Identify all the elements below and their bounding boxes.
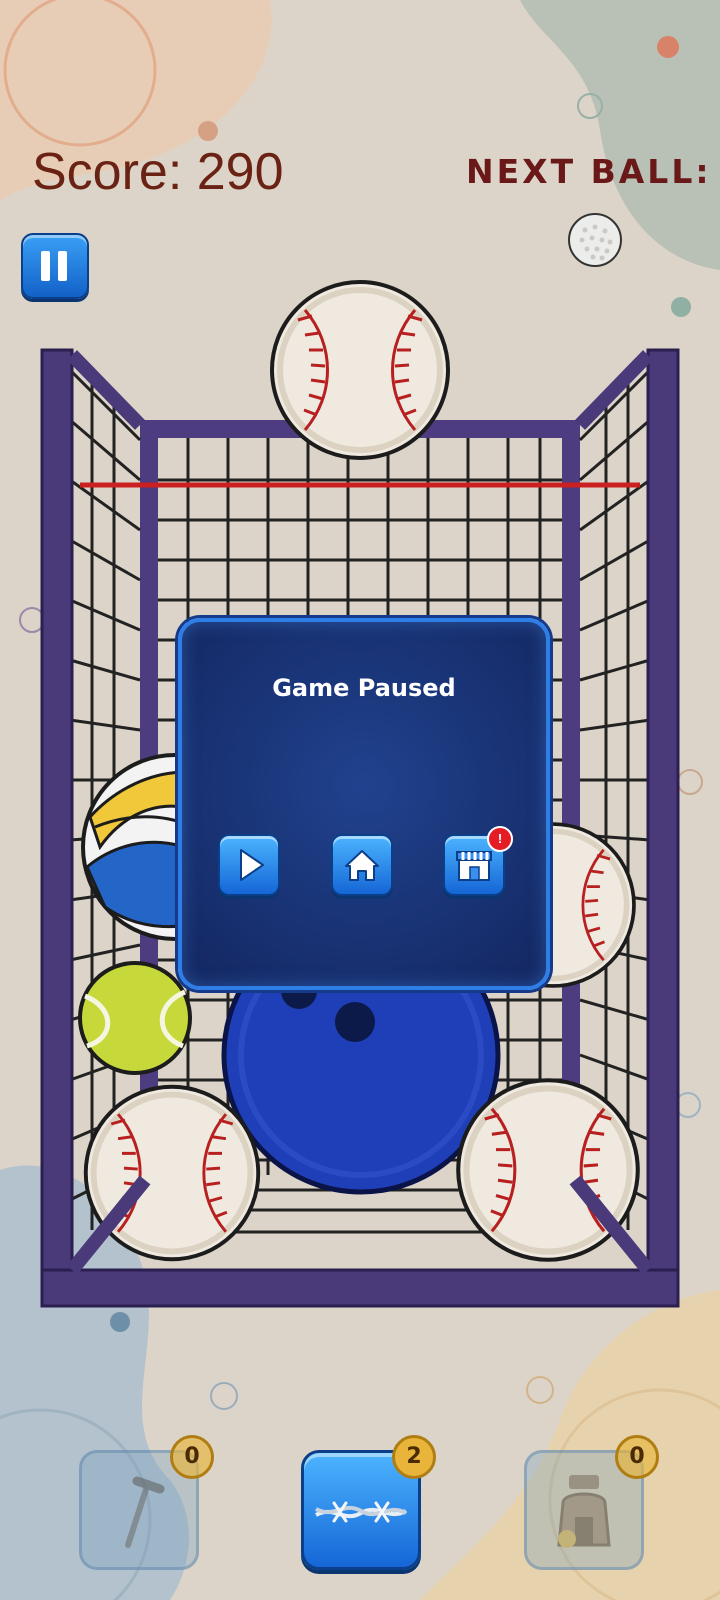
- baseball: [272, 282, 448, 458]
- powerup-nail-button[interactable]: 0: [79, 1435, 214, 1570]
- play-icon: [240, 849, 264, 881]
- powerup-barbed-wire-button[interactable]: 2: [301, 1435, 436, 1570]
- home-button[interactable]: [331, 834, 393, 896]
- pause-dialog: Game Paused !: [178, 618, 550, 990]
- shop-button[interactable]: !: [443, 826, 513, 896]
- dialog-title: Game Paused: [272, 674, 456, 702]
- home-icon: [345, 850, 379, 881]
- notification-badge: !: [487, 826, 513, 852]
- resume-button[interactable]: [218, 834, 280, 896]
- tennis-ball: [78, 961, 192, 1075]
- powerup-vacuum-button[interactable]: 0: [524, 1435, 659, 1570]
- baseball: [86, 1087, 258, 1259]
- powerup-count-badge: 0: [615, 1435, 659, 1479]
- powerup-count-badge: 0: [170, 1435, 214, 1479]
- powerup-count-badge: 2: [392, 1435, 436, 1479]
